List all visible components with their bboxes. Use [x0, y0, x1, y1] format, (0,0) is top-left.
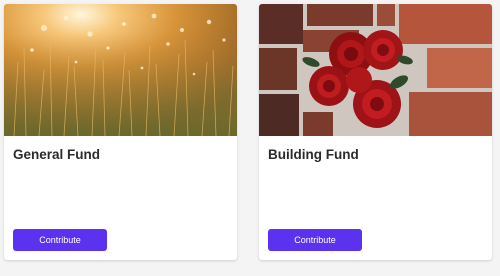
- contribute-button-building-fund[interactable]: Contribute: [268, 229, 362, 251]
- fund-cards-page: General Fund Contribute Building Fund Co…: [0, 0, 500, 276]
- contribute-button-general-fund[interactable]: Contribute: [13, 229, 107, 251]
- general-fund-image: [4, 4, 237, 136]
- building-fund-image: [259, 4, 492, 136]
- fund-title: Building Fund: [268, 147, 359, 162]
- fund-card-general: General Fund Contribute: [4, 4, 237, 260]
- fund-title: General Fund: [13, 147, 101, 162]
- fund-card-building: Building Fund Contribute: [259, 4, 492, 260]
